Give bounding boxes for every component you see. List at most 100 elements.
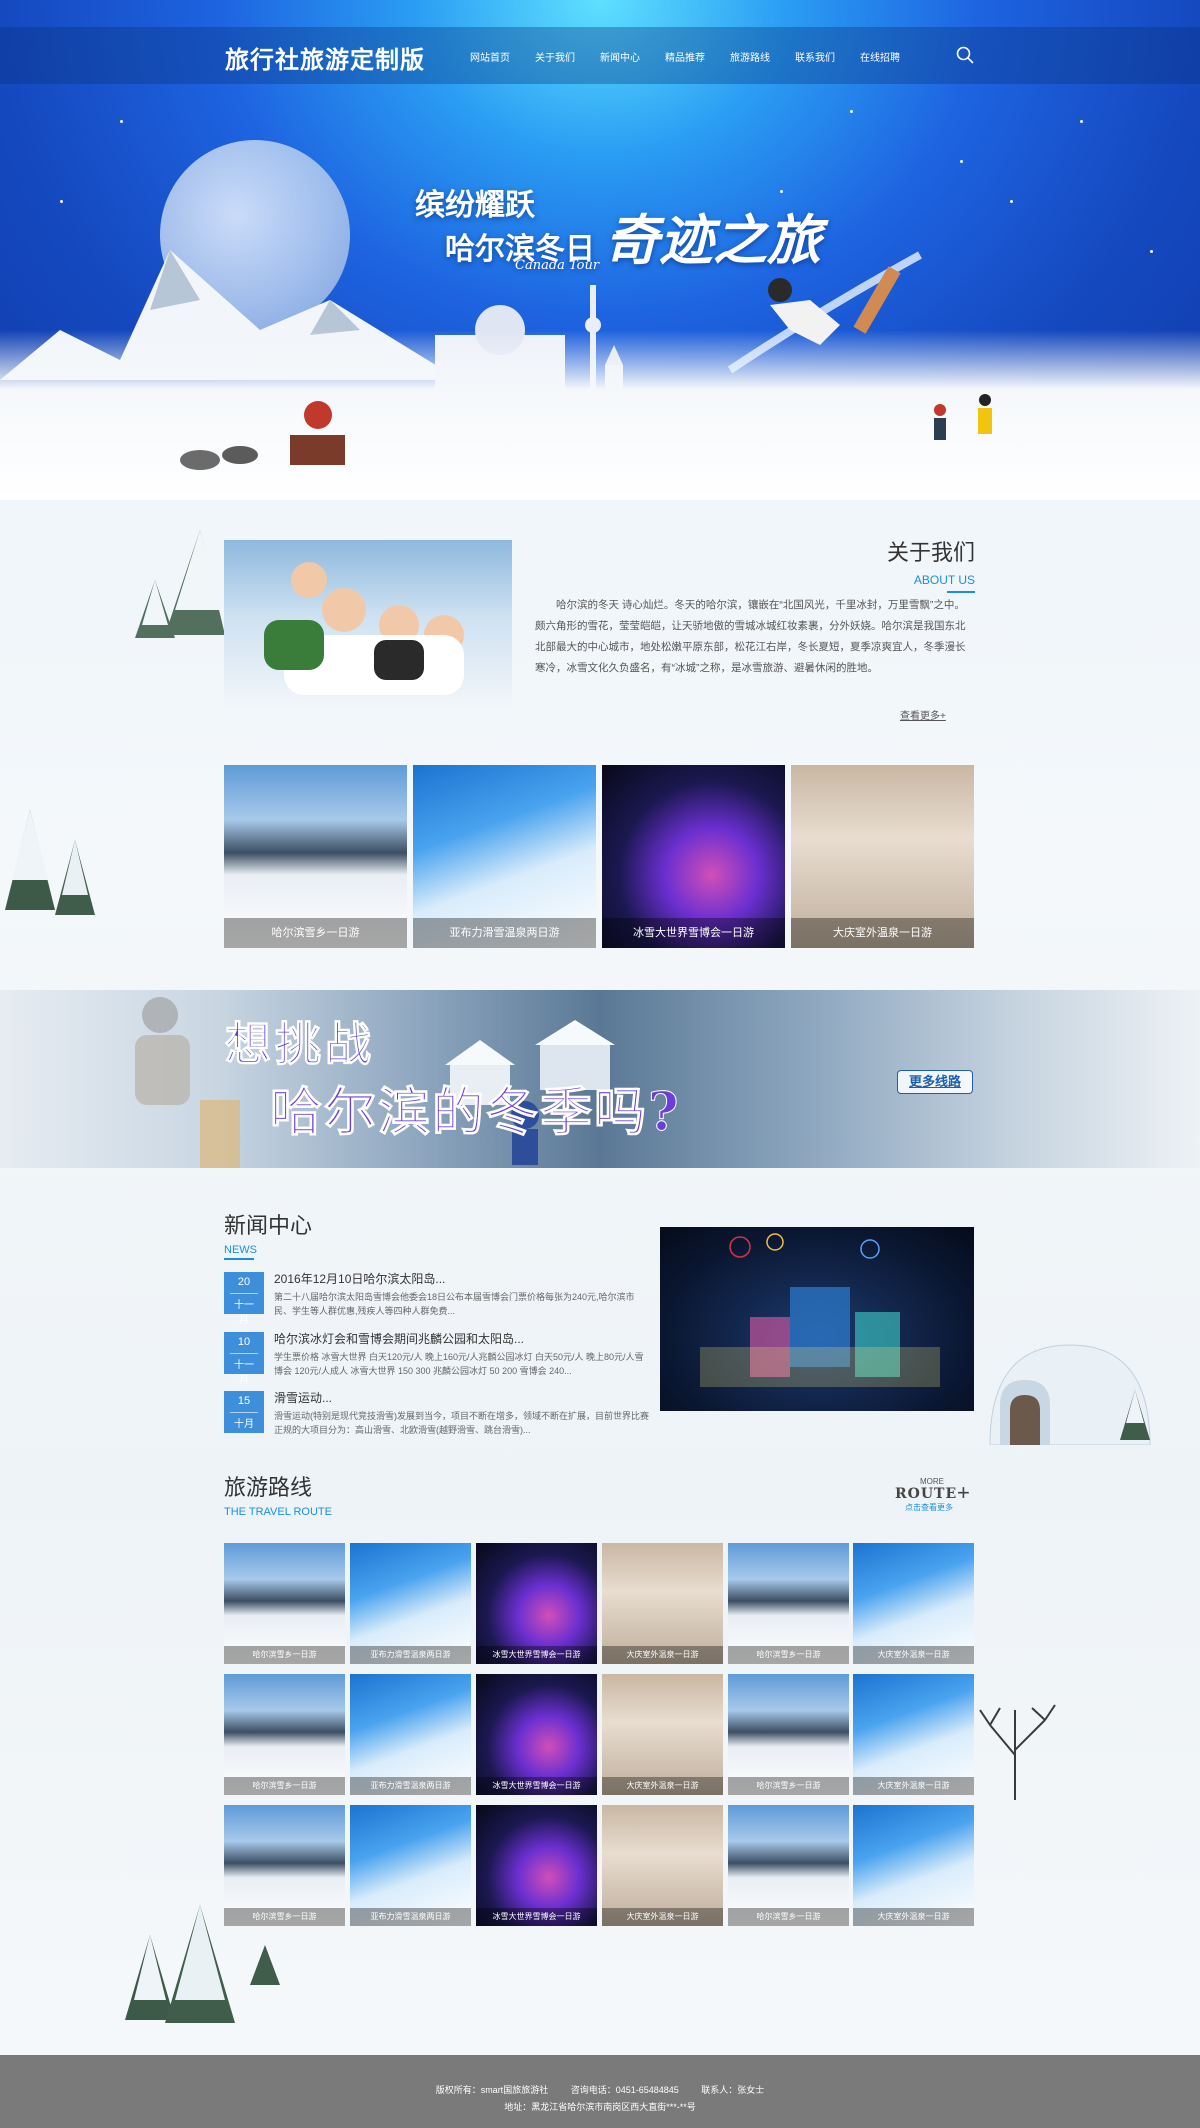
more-routes-button[interactable]: 更多线路: [897, 1070, 973, 1094]
route-card[interactable]: 哈尔滨雪乡一日游: [728, 1805, 849, 1926]
hero-line1: 缤纷耀跃: [415, 188, 535, 223]
news-desc: 第二十八届哈尔滨太阳岛雪博会他委会18日公布本届雪博会门票价格每张为240元,哈…: [274, 1292, 635, 1316]
nav-item-jobs[interactable]: 在线招聘: [860, 49, 925, 64]
route-label: 亚布力滑雪温泉两日游: [350, 1646, 471, 1664]
route-label: 哈尔滨雪乡一日游: [224, 1908, 345, 1926]
route-label: 大庆室外温泉一日游: [602, 1777, 723, 1795]
route-label: 冰雪大世界雪博会一日游: [476, 1646, 597, 1664]
skiers-illustration: [934, 394, 992, 440]
challenge-banner: 想挑战 哈尔滨的冬季吗? 更多线路: [0, 990, 1200, 1168]
news-title-link[interactable]: 滑雪运动...: [274, 1389, 332, 1406]
route-label: 冰雪大世界雪博会一日游: [476, 1908, 597, 1926]
route-card[interactable]: 大庆室外温泉一日游: [853, 1805, 974, 1926]
nav-item-about[interactable]: 关于我们: [535, 49, 600, 64]
footer-info: 版权所有：smart国旅旅游社 咨询电话：0451-65484845 联系人：张…: [0, 2083, 1200, 2096]
route-label: 哈尔滨雪乡一日游: [728, 1908, 849, 1926]
route-card[interactable]: 大庆室外温泉一日游: [602, 1805, 723, 1926]
route-label: 大庆室外温泉一日游: [853, 1908, 974, 1926]
feature-card[interactable]: 哈尔滨雪乡一日游: [224, 765, 407, 948]
main-menu: 网站首页 关于我们 新闻中心 精品推荐 旅游路线 联系我们 在线招聘: [470, 49, 925, 64]
route-card[interactable]: 冰雪大世界雪博会一日游: [476, 1805, 597, 1926]
about-heading: 关于我们 ABOUT US: [800, 535, 975, 593]
about-text: 哈尔滨的冬天 诗心灿烂。冬天的哈尔滨，镶嵌在“北国风光，千里冰封，万里雪飘”之中…: [535, 599, 966, 674]
route-label: 哈尔滨雪乡一日游: [728, 1646, 849, 1664]
nav-item-routes[interactable]: 旅游路线: [730, 49, 795, 64]
news-date-badge: 15 十月: [224, 1391, 264, 1433]
news-item[interactable]: 20 十一月 2016年12月10日哈尔滨太阳岛... 第二十八届哈尔滨太阳岛雪…: [224, 1270, 649, 1326]
nav-item-home[interactable]: 网站首页: [470, 49, 535, 64]
route-heading: 旅游路线 THE TRAVEL ROUTE: [224, 1470, 332, 1518]
news-month: 十月: [230, 1412, 258, 1430]
route-label: 哈尔滨雪乡一日游: [224, 1777, 345, 1795]
route-label: 亚布力滑雪温泉两日游: [350, 1908, 471, 1926]
plus-icon: +: [957, 1480, 970, 1505]
footer: 版权所有：smart国旅旅游社 咨询电话：0451-65484845 联系人：张…: [0, 2055, 1200, 2128]
route-card[interactable]: 哈尔滨雪乡一日游: [728, 1674, 849, 1795]
feature-card[interactable]: 冰雪大世界雪博会一日游: [602, 765, 785, 948]
route-label: 大庆室外温泉一日游: [853, 1646, 974, 1664]
news-subtitle: NEWS: [224, 1244, 257, 1256]
footer-address: 地址：黑龙江省哈尔滨市南岗区西大直街***-**号: [504, 2102, 696, 2112]
bare-tree: [979, 1704, 1056, 1800]
snowboarder-illustration: [727, 251, 922, 374]
route-card[interactable]: 大庆室外温泉一日游: [602, 1543, 723, 1664]
nav-item-news[interactable]: 新闻中心: [600, 49, 665, 64]
news-title-link[interactable]: 哈尔滨冰灯会和雪博会期间兆麟公园和太阳岛...: [274, 1330, 524, 1347]
feature-label: 冰雪大世界雪博会一日游: [602, 918, 785, 948]
route-card[interactable]: 亚布力滑雪温泉两日游: [350, 1805, 471, 1926]
route-label: 大庆室外温泉一日游: [602, 1646, 723, 1664]
dogsled-illustration: [180, 401, 345, 470]
banner-line1: 想挑战: [225, 1017, 375, 1072]
news-date-badge: 10 十一月: [224, 1332, 264, 1386]
route-card[interactable]: 大庆室外温泉一日游: [602, 1674, 723, 1795]
route-label: 哈尔滨雪乡一日游: [224, 1646, 345, 1664]
snowy-tree-about: [135, 530, 225, 638]
search-icon[interactable]: [955, 45, 975, 65]
route-card[interactable]: 哈尔滨雪乡一日游: [224, 1805, 345, 1926]
about-more-link[interactable]: 查看更多+: [900, 707, 946, 722]
hero-slogan: 缤纷耀跃 哈尔滨冬日 奇迹之旅 Canada Tour: [415, 180, 821, 273]
feature-label: 大庆室外温泉一日游: [791, 918, 974, 948]
route-subtitle: THE TRAVEL ROUTE: [224, 1506, 332, 1518]
top-nav: 旅行社旅游定制版 网站首页 关于我们 新闻中心 精品推荐 旅游路线 联系我们 在…: [0, 27, 1200, 84]
news-photo: [660, 1227, 974, 1411]
news-underline: [224, 1258, 254, 1260]
news-month: 十一月: [230, 1293, 258, 1326]
nav-item-featured[interactable]: 精品推荐: [665, 49, 730, 64]
route-card[interactable]: 哈尔滨雪乡一日游: [728, 1543, 849, 1664]
hero-line4: Canada Tour: [515, 258, 600, 273]
route-label: 冰雪大世界雪博会一日游: [476, 1777, 597, 1795]
news-heading: 新闻中心 NEWS: [224, 1208, 312, 1260]
route-title: 旅游路线: [224, 1475, 313, 1500]
route-card[interactable]: 大庆室外温泉一日游: [853, 1674, 974, 1795]
news-month: 十一月: [230, 1353, 258, 1386]
route-card[interactable]: 哈尔滨雪乡一日游: [224, 1674, 345, 1795]
about-subtitle: ABOUT US: [913, 573, 975, 587]
news-date-badge: 20 十一月: [224, 1272, 264, 1326]
feature-card[interactable]: 大庆室外温泉一日游: [791, 765, 974, 948]
snowy-trees-left: [5, 810, 95, 915]
news-day: 20: [237, 1276, 251, 1288]
news-title-link[interactable]: 2016年12月10日哈尔滨太阳岛...: [274, 1270, 445, 1287]
news-item[interactable]: 15 十月 滑雪运动... 滑雪运动(特别是现代竞技滑雪)发展到当今，项目不断在…: [224, 1391, 649, 1441]
news-item[interactable]: 10 十一月 哈尔滨冰灯会和雪博会期间兆麟公园和太阳岛... 学生票价格 冰雪大…: [224, 1330, 649, 1386]
route-card[interactable]: 大庆室外温泉一日游: [853, 1543, 974, 1664]
route-more-small: MORE: [920, 1477, 944, 1486]
route-card[interactable]: 亚布力滑雪温泉两日游: [350, 1674, 471, 1795]
about-photo: [224, 540, 512, 713]
route-more-link[interactable]: MORE ROUTE + 点击查看更多: [895, 1477, 977, 1513]
route-label: 哈尔滨雪乡一日游: [728, 1777, 849, 1795]
snowboarder-photo: [135, 997, 240, 1168]
route-card[interactable]: 冰雪大世界雪博会一日游: [476, 1543, 597, 1664]
route-card[interactable]: 哈尔滨雪乡一日游: [224, 1543, 345, 1664]
feature-label: 亚布力滑雪温泉两日游: [413, 918, 596, 948]
banner-line2: 哈尔滨的冬季吗?: [269, 1082, 681, 1144]
about-underline: [947, 591, 975, 593]
site-brand[interactable]: 旅行社旅游定制版: [225, 40, 425, 75]
route-label: 亚布力滑雪温泉两日游: [350, 1777, 471, 1795]
feature-card[interactable]: 亚布力滑雪温泉两日游: [413, 765, 596, 948]
nav-item-contact[interactable]: 联系我们: [795, 49, 860, 64]
route-card[interactable]: 冰雪大世界雪博会一日游: [476, 1674, 597, 1795]
footer-copyright: 版权所有：smart国旅旅游社: [435, 2085, 549, 2095]
route-card[interactable]: 亚布力滑雪温泉两日游: [350, 1543, 471, 1664]
